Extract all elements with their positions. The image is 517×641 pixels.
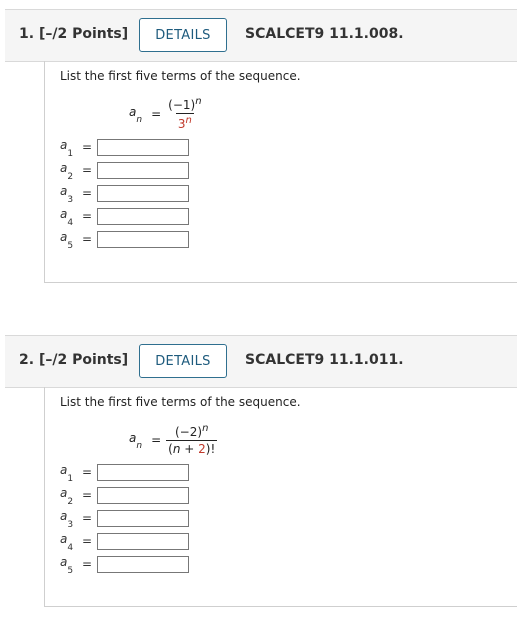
term-2-input[interactable] bbox=[97, 486, 189, 504]
row-equals-sign: = bbox=[82, 232, 93, 246]
term-5-input[interactable] bbox=[97, 555, 189, 573]
question-2-header: 2. [–/2 Points] DETAILS SCALCET9 11.1.01… bbox=[5, 335, 517, 388]
term-3-input[interactable] bbox=[97, 184, 189, 202]
term-label: a3 bbox=[60, 184, 74, 205]
answer-row: a3 = bbox=[60, 509, 189, 530]
formula-denominator: (n + 2)! bbox=[166, 440, 218, 456]
question-1-code: SCALCET9 11.1.008. bbox=[245, 26, 404, 42]
row-equals-sign: = bbox=[82, 557, 93, 571]
question-1-formula: an = (−1)n 3n bbox=[129, 96, 204, 131]
term-label: a4 bbox=[60, 532, 74, 553]
question-1-body: List the first five terms of the sequenc… bbox=[44, 61, 517, 283]
row-equals-sign: = bbox=[82, 511, 93, 525]
question-1-title: 1. [–/2 Points] bbox=[19, 26, 128, 42]
formula-fraction: (−2)n (n + 2)! bbox=[166, 423, 218, 456]
formula-fraction: (−1)n 3n bbox=[166, 96, 203, 131]
question-1-instruction: List the first five terms of the sequenc… bbox=[60, 69, 301, 83]
term-5-input[interactable] bbox=[97, 230, 189, 248]
row-equals-sign: = bbox=[82, 209, 93, 223]
answer-row: a5 = bbox=[60, 555, 189, 576]
row-equals-sign: = bbox=[82, 163, 93, 177]
question-2-title: 2. [–/2 Points] bbox=[19, 352, 128, 368]
question-points: [–/2 Points] bbox=[38, 26, 129, 42]
question-points: [–/2 Points] bbox=[38, 352, 129, 368]
term-label: a3 bbox=[60, 509, 74, 530]
answer-row: a3 = bbox=[60, 184, 189, 205]
question-2-code: SCALCET9 11.1.011. bbox=[245, 352, 404, 368]
term-label: a5 bbox=[60, 230, 74, 251]
formula-lhs: an bbox=[129, 104, 143, 126]
term-4-input[interactable] bbox=[97, 207, 189, 225]
question-2-details-button[interactable]: DETAILS bbox=[139, 344, 227, 378]
formula-equals: = bbox=[151, 106, 162, 121]
term-label: a2 bbox=[60, 486, 74, 507]
row-equals-sign: = bbox=[82, 186, 93, 200]
answer-row: a4 = bbox=[60, 207, 189, 228]
term-label: a1 bbox=[60, 138, 74, 159]
question-number: 1. bbox=[19, 26, 35, 42]
term-label: a2 bbox=[60, 161, 74, 182]
term-1-input[interactable] bbox=[97, 463, 189, 481]
term-label: a5 bbox=[60, 555, 74, 576]
term-1-input[interactable] bbox=[97, 138, 189, 156]
formula-numerator: (−2)n bbox=[175, 423, 209, 439]
answer-row: a2 = bbox=[60, 161, 189, 182]
answer-row: a5 = bbox=[60, 230, 189, 251]
row-equals-sign: = bbox=[82, 140, 93, 154]
formula-equals: = bbox=[151, 432, 162, 447]
question-2-formula: an = (−2)n (n + 2)! bbox=[129, 423, 218, 456]
row-equals-sign: = bbox=[82, 534, 93, 548]
row-equals-sign: = bbox=[82, 465, 93, 479]
term-2-input[interactable] bbox=[97, 161, 189, 179]
formula-numerator: (−1)n bbox=[168, 96, 202, 112]
question-2-instruction: List the first five terms of the sequenc… bbox=[60, 395, 301, 409]
answer-row: a1 = bbox=[60, 138, 189, 159]
answer-row: a4 = bbox=[60, 532, 189, 553]
answer-row: a1 = bbox=[60, 463, 189, 484]
formula-lhs: an bbox=[129, 430, 143, 452]
term-4-input[interactable] bbox=[97, 532, 189, 550]
question-1-details-button[interactable]: DETAILS bbox=[139, 18, 227, 52]
question-1-header: 1. [–/2 Points] DETAILS SCALCET9 11.1.00… bbox=[5, 9, 517, 62]
term-label: a1 bbox=[60, 463, 74, 484]
row-equals-sign: = bbox=[82, 488, 93, 502]
formula-denominator: 3n bbox=[175, 113, 194, 131]
answer-row: a2 = bbox=[60, 486, 189, 507]
question-number: 2. bbox=[19, 352, 35, 368]
question-2-body: List the first five terms of the sequenc… bbox=[44, 387, 517, 607]
term-label: a4 bbox=[60, 207, 74, 228]
term-3-input[interactable] bbox=[97, 509, 189, 527]
